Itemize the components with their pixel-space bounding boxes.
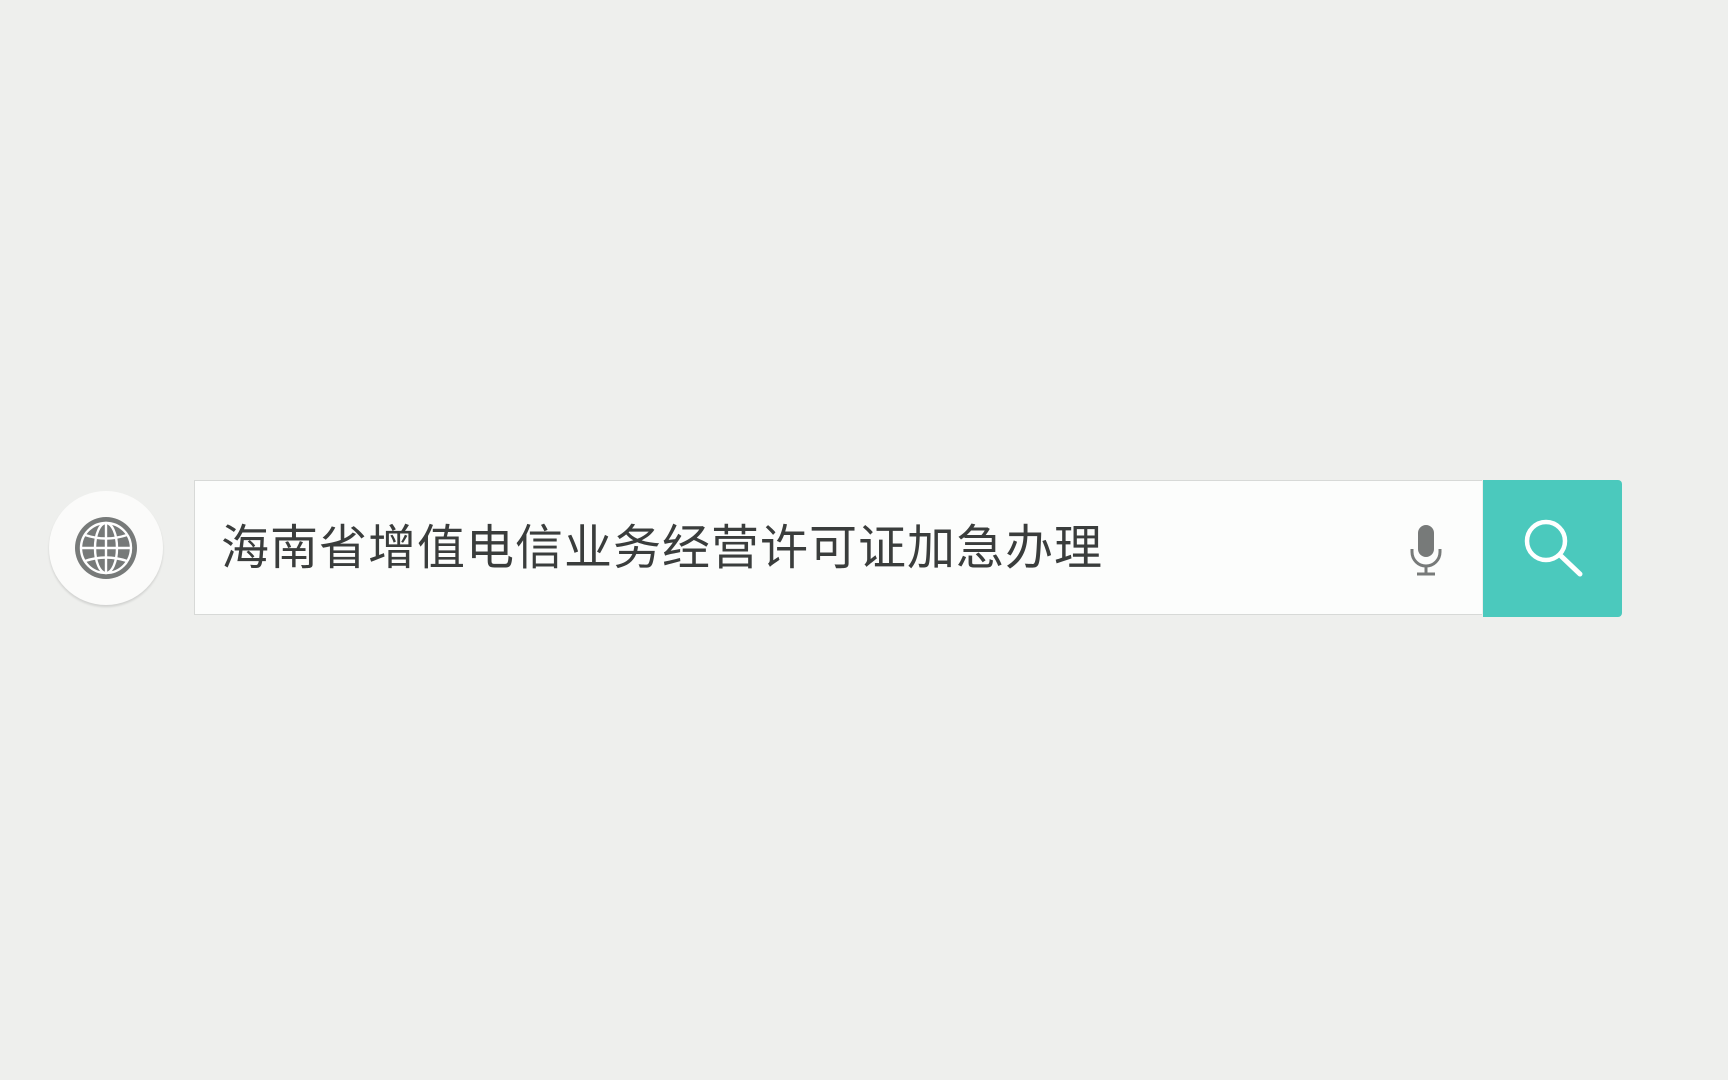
search-button[interactable] — [1483, 480, 1622, 617]
search-field[interactable]: 海南省增值电信业务经营许可证加急办理 — [194, 480, 1482, 615]
globe-button[interactable] — [49, 491, 163, 605]
globe-icon — [73, 515, 139, 581]
voice-search-button[interactable] — [1401, 521, 1451, 581]
microphone-icon — [1407, 523, 1445, 579]
search-icon — [1518, 514, 1588, 584]
search-query-text[interactable]: 海南省增值电信业务经营许可证加急办理 — [221, 481, 1103, 616]
search-page: 海南省增值电信业务经营许可证加急办理 — [0, 0, 1728, 1080]
